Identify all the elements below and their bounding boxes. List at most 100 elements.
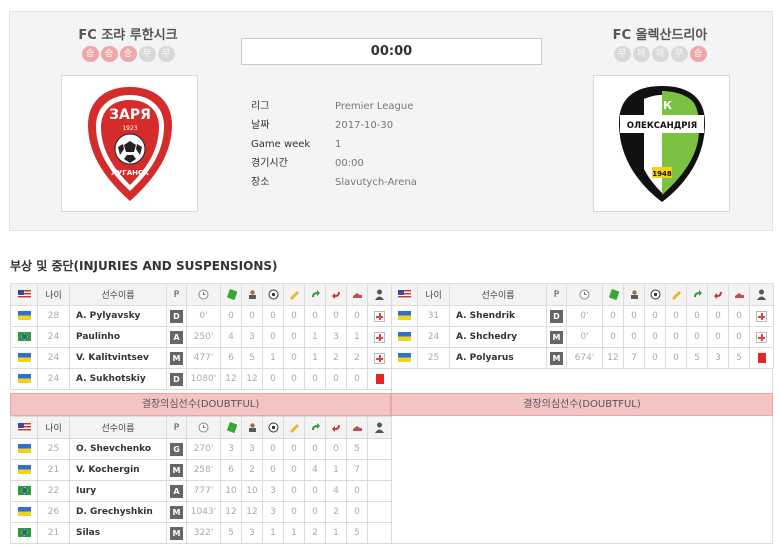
assist-icon — [289, 291, 299, 300]
info-row-venue: 장소 Slavutych-Arena — [251, 177, 417, 188]
table-row[interactable]: 22 Iury A 777' 10 10 3 0 0 4 0 — [10, 480, 392, 502]
table-row[interactable]: 24 Paulinho A 250' 4 3 0 0 1 3 1 — [10, 326, 392, 348]
lineup-icon — [248, 423, 256, 432]
away-team-name[interactable]: FC 올렉산드리아 — [570, 24, 750, 43]
table-row[interactable]: 25 O. Shevchenko G 270' 3 3 0 0 0 0 5 — [10, 438, 392, 460]
player-stat: 0 — [623, 326, 645, 348]
col-sub-out — [707, 283, 729, 306]
appearance-icon — [608, 289, 619, 300]
table-row[interactable]: 31 A. Shendrik D 0' 0 0 0 0 0 0 0 — [391, 305, 774, 327]
zorya-logo-icon: ЗАРЯ 1923 ЛУГАНСК — [87, 86, 172, 201]
flag-icon — [398, 289, 411, 299]
player-stat: 0 — [220, 305, 242, 327]
player-name[interactable]: A. Pylyavsky — [69, 305, 167, 327]
player-stat: 0 — [644, 347, 666, 369]
match-score: 00:00 — [241, 38, 542, 65]
assist-icon — [671, 291, 681, 300]
player-stat: 6 — [220, 459, 242, 481]
player-flag — [391, 347, 418, 369]
player-stat: 0 — [346, 501, 368, 523]
player-name[interactable]: V. Kochergin — [69, 459, 167, 481]
player-stat: 0 — [283, 347, 305, 369]
svg-text:1948: 1948 — [652, 170, 672, 178]
home-team-name[interactable]: FC 조랴 루한시크 — [38, 24, 218, 43]
col-lineup — [241, 416, 263, 439]
col-age: 나이 — [417, 283, 450, 306]
home-team-logo[interactable]: ЗАРЯ 1923 ЛУГАНСК — [61, 75, 198, 212]
injury-icon — [374, 331, 385, 343]
player-name[interactable]: A. Shchedry — [449, 326, 547, 348]
col-sub-in — [304, 416, 326, 439]
table-row[interactable]: 25 A. Polyarus M 674' 12 7 0 0 5 3 5 — [391, 347, 774, 369]
col-lineup — [623, 283, 645, 306]
status-icon — [375, 422, 384, 433]
player-name[interactable]: V. Kalitvintsev — [69, 347, 167, 369]
player-stat: 0 — [686, 326, 708, 348]
player-position: D — [166, 305, 187, 327]
table-row[interactable]: 24 A. Sukhotskiy D 1080' 12 12 0 0 0 0 0 — [10, 368, 392, 390]
table-row[interactable]: 26 D. Grechyshkin M 1043' 12 12 3 0 0 2 0 — [10, 501, 392, 523]
player-minutes: 258' — [186, 459, 221, 481]
col-name: 선수이름 — [449, 283, 547, 306]
player-stat: 0 — [728, 326, 750, 348]
player-age: 21 — [37, 522, 70, 544]
table-row[interactable]: 21 Silas M 322' 5 3 1 1 2 1 5 — [10, 522, 392, 544]
player-stat: 0 — [304, 480, 326, 502]
lineup-icon — [248, 290, 256, 299]
col-flag — [391, 283, 418, 306]
col-shoe — [346, 283, 368, 306]
player-age: 28 — [37, 305, 70, 327]
form-badge: 승 — [119, 46, 137, 62]
col-goal — [262, 416, 284, 439]
player-age: 25 — [417, 347, 450, 369]
player-name[interactable]: A. Polyarus — [449, 347, 547, 369]
table-row[interactable]: 28 A. Pylyavsky D 0' 0 0 0 0 0 0 0 — [10, 305, 392, 327]
col-status — [749, 283, 774, 306]
player-name[interactable]: A. Shendrik — [449, 305, 547, 327]
away-team: FC 올렉산드리아 무패패무승 — [570, 24, 750, 62]
col-sub-out — [325, 416, 347, 439]
player-name[interactable]: O. Shevchenko — [69, 438, 167, 460]
player-name[interactable]: A. Sukhotskiy — [69, 368, 167, 390]
player-stat: 5 — [220, 522, 242, 544]
player-minutes: 270' — [186, 438, 221, 460]
player-name[interactable]: Iury — [69, 480, 167, 502]
player-minutes: 777' — [186, 480, 221, 502]
player-stat: 0 — [346, 305, 368, 327]
col-appearance — [602, 283, 624, 306]
country-flag-icon — [17, 465, 31, 474]
player-position: M — [166, 501, 187, 523]
col-goal — [644, 283, 666, 306]
player-stat: 3 — [262, 501, 284, 523]
country-flag-icon — [17, 311, 31, 320]
player-name[interactable]: D. Grechyshkin — [69, 501, 167, 523]
player-status — [367, 347, 392, 369]
player-status — [367, 305, 392, 327]
player-name[interactable]: Silas — [69, 522, 167, 544]
svg-text:ФК: ФК — [652, 99, 672, 112]
table-row[interactable]: 24 V. Kalitvintsev M 477' 6 5 1 0 1 2 2 — [10, 347, 392, 369]
player-stat: 12 — [241, 501, 263, 523]
player-stat: 6 — [220, 347, 242, 369]
table-row[interactable]: 24 A. Shchedry M 0' 0 0 0 0 0 0 0 — [391, 326, 774, 348]
player-stat: 2 — [325, 347, 347, 369]
player-age: 31 — [417, 305, 450, 327]
away-team-logo[interactable]: ФК ОЛЕКСАНДРІЯ 1948 — [593, 75, 730, 212]
col-sub-in — [304, 283, 326, 306]
status-icon — [375, 289, 384, 300]
player-stat: 0 — [262, 438, 284, 460]
player-flag — [391, 326, 418, 348]
clock-icon — [198, 422, 209, 433]
col-flag — [10, 416, 38, 439]
away-doubtful-header: 결장의심선수(DOUBTFUL) — [391, 393, 773, 416]
player-stat: 0 — [325, 305, 347, 327]
player-name[interactable]: Paulinho — [69, 326, 167, 348]
player-stat: 0 — [241, 305, 263, 327]
player-minutes: 0' — [186, 305, 221, 327]
table-row[interactable]: 21 V. Kochergin M 258' 6 2 0 0 4 1 7 — [10, 459, 392, 481]
red-card-icon — [375, 373, 384, 384]
assist-icon — [289, 424, 299, 433]
player-stat: 5 — [728, 347, 750, 369]
form-badge: 무 — [157, 46, 175, 62]
player-stat: 2 — [241, 459, 263, 481]
